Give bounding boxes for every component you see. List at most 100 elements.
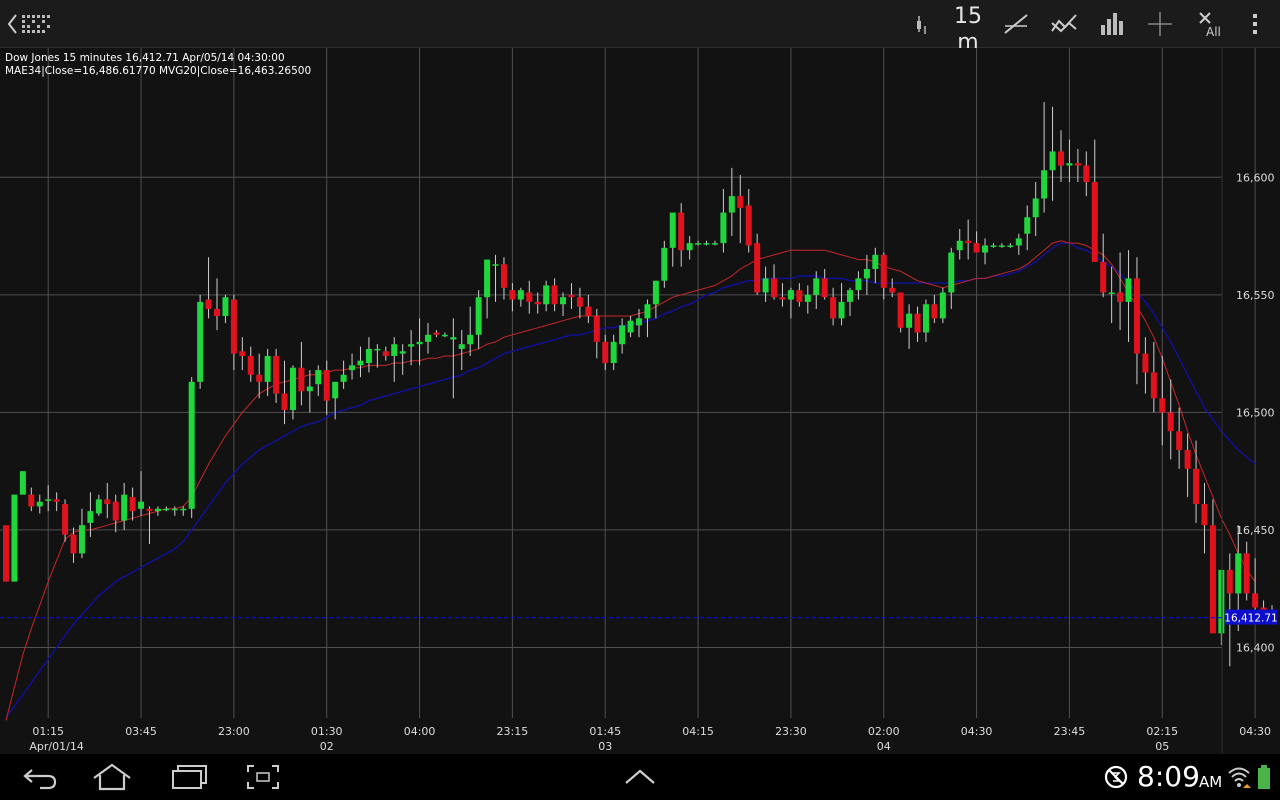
candle-body xyxy=(880,254,887,288)
candle-body xyxy=(239,351,246,356)
candle-body xyxy=(686,243,693,251)
candlestick-chart[interactable]: 16,412.71 16,400 16,450 16,500 16,550 16,600… xyxy=(0,48,1280,754)
candle xyxy=(1201,482,1208,554)
candle-body xyxy=(678,212,685,251)
candle-body xyxy=(441,334,448,337)
back-button[interactable] xyxy=(0,0,56,48)
x-date-label: 02 xyxy=(320,740,334,753)
candle-body xyxy=(728,196,735,213)
crosshair-button[interactable] xyxy=(1142,0,1178,48)
candle xyxy=(576,287,583,319)
candle xyxy=(661,240,668,288)
candle xyxy=(644,299,651,338)
candle-body xyxy=(1142,353,1149,373)
candle-body xyxy=(863,268,870,279)
candle xyxy=(838,283,845,326)
candle xyxy=(737,174,744,244)
x-tick-label: 02:15 xyxy=(1146,725,1178,738)
candle-body xyxy=(1032,198,1039,218)
screenshot-button[interactable] xyxy=(242,754,284,800)
candle-body xyxy=(458,344,465,349)
candle xyxy=(112,494,119,533)
candle xyxy=(11,494,18,582)
candle xyxy=(1007,243,1014,248)
y-tick-label: 16,450 xyxy=(1236,524,1275,537)
candle xyxy=(771,264,778,300)
candle-body xyxy=(593,316,600,342)
battery-icon xyxy=(1258,765,1270,789)
candle xyxy=(1133,257,1140,385)
candle-body xyxy=(11,494,18,582)
wifi-icon xyxy=(1228,767,1251,788)
candle-body xyxy=(205,299,212,309)
candle xyxy=(998,243,1005,248)
candle-body xyxy=(19,471,26,495)
candle-body xyxy=(821,278,828,298)
candle xyxy=(180,506,187,516)
candle-body xyxy=(365,348,372,364)
candle xyxy=(357,346,364,378)
up-chevron-button[interactable] xyxy=(620,754,660,800)
volume-bars-button[interactable] xyxy=(1094,0,1130,48)
back-nav-button[interactable] xyxy=(18,754,62,800)
candle xyxy=(214,278,220,331)
candle xyxy=(880,252,887,300)
candle-body xyxy=(602,341,609,364)
back-nav-icon xyxy=(23,769,57,790)
candle-body xyxy=(804,294,811,302)
candle xyxy=(560,292,567,316)
candle-body xyxy=(889,287,896,293)
candle-body xyxy=(695,243,702,245)
candle-body xyxy=(644,304,651,319)
candle-body xyxy=(298,367,305,392)
candle xyxy=(441,332,448,338)
candlestick-type-button[interactable] xyxy=(906,0,936,48)
candle-body xyxy=(1091,182,1098,262)
candle-body xyxy=(610,341,617,364)
candle-body xyxy=(627,320,634,333)
candle xyxy=(956,229,963,260)
candle-body xyxy=(855,278,862,291)
candle xyxy=(787,287,794,319)
candle xyxy=(720,189,727,253)
candle-body xyxy=(214,308,220,316)
candle-body xyxy=(1226,569,1233,594)
candle-body xyxy=(661,247,668,281)
battery-status xyxy=(1254,754,1274,800)
candle xyxy=(821,268,828,300)
indicator-button[interactable] xyxy=(1046,0,1082,48)
chart-info: Dow Jones 15 minutes 16,412.71 Apr/05/14… xyxy=(5,52,311,78)
candle-body xyxy=(847,290,853,302)
candle-body xyxy=(1041,170,1048,199)
candle xyxy=(906,304,913,349)
candle xyxy=(965,219,972,260)
candle-body xyxy=(636,318,642,326)
x-tick-label: 23:30 xyxy=(775,725,807,738)
candle-body xyxy=(939,292,946,319)
interval-button[interactable]: 15 m xyxy=(950,0,986,48)
candle xyxy=(897,292,904,333)
overflow-menu-button[interactable] xyxy=(1240,0,1270,48)
candle-body xyxy=(323,370,330,401)
candle-body xyxy=(163,508,170,511)
candle-body xyxy=(340,374,347,382)
candle-body xyxy=(112,501,119,521)
candle-body xyxy=(990,245,997,247)
candle-body xyxy=(492,264,499,266)
candle-body xyxy=(619,325,626,345)
candle xyxy=(1218,569,1225,646)
clear-all-button[interactable]: All xyxy=(1188,0,1228,48)
candle xyxy=(340,360,347,389)
candle xyxy=(1058,130,1064,182)
candle-body xyxy=(754,243,761,293)
candle-body xyxy=(931,304,938,319)
candle-body xyxy=(306,386,313,392)
x-tick-label: 04:30 xyxy=(961,725,993,738)
candle xyxy=(256,353,263,399)
candle xyxy=(433,330,440,338)
recent-apps-button[interactable] xyxy=(166,754,210,800)
candle-body xyxy=(62,504,69,535)
home-nav-button[interactable] xyxy=(88,754,136,800)
candle xyxy=(585,294,592,324)
trendline-button[interactable] xyxy=(998,0,1034,48)
